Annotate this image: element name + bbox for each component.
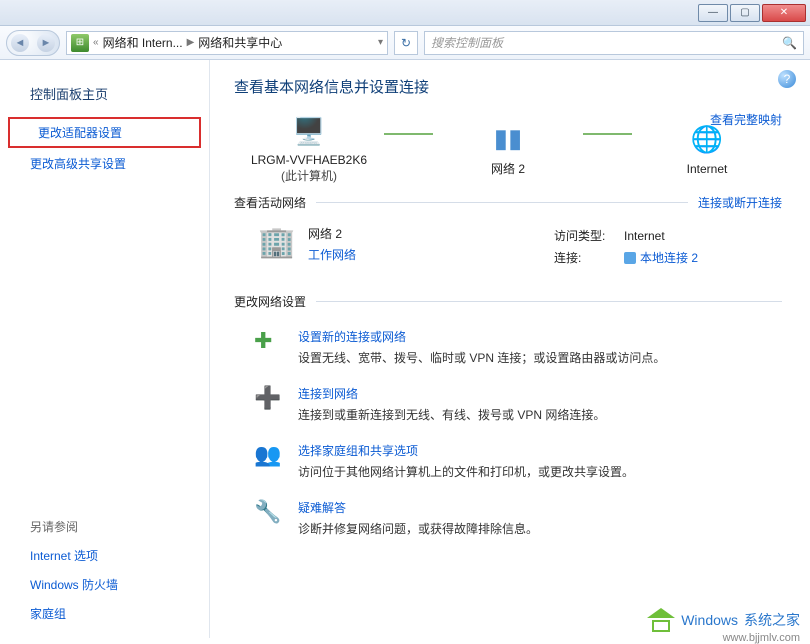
refresh-button[interactable]: ↻ — [394, 31, 418, 55]
computer-icon: 🖥️ — [289, 111, 329, 151]
sidebar-link-homegroup[interactable]: 家庭组 — [0, 599, 209, 628]
homegroup-icon: 👥 — [254, 442, 284, 472]
control-panel-icon: ⊞ — [71, 34, 89, 52]
address-bar: ◄ ► ⊞ « 网络和 Intern... ▶ 网络和共享中心 ▾ ↻ 搜索控制… — [0, 26, 810, 60]
connection-value: 本地连接 2 — [640, 247, 698, 269]
setting-troubleshoot: 🔧 疑难解答 诊断并修复网络问题，或获得故障排除信息。 — [254, 499, 782, 538]
sidebar-link-firewall[interactable]: Windows 防火墙 — [0, 570, 209, 599]
network-map: 查看完整映射 🖥️ LRGM-VVFHAEB2K6 (此计算机) ▮▮ 网络 2… — [234, 111, 782, 184]
connect-network-icon: ➕ — [254, 385, 284, 415]
connection-link[interactable]: 本地连接 2 — [624, 247, 698, 269]
node-this-pc: 🖥️ LRGM-VVFHAEB2K6 (此计算机) — [234, 111, 384, 184]
watermark-brand: Windows — [681, 612, 738, 628]
section-title: 更改网络设置 — [234, 293, 306, 310]
search-icon[interactable]: 🔍 — [782, 36, 797, 50]
page-title: 查看基本网络信息并设置连接 — [234, 76, 782, 97]
connection-line — [583, 133, 632, 135]
maximize-button[interactable]: ▢ — [730, 4, 760, 22]
node-label: LRGM-VVFHAEB2K6 — [251, 153, 367, 167]
main-panel: ? 查看基本网络信息并设置连接 查看完整映射 🖥️ LRGM-VVFHAEB2K… — [210, 60, 810, 638]
watermark-sub: 系统之家 — [744, 610, 800, 630]
node-label: 网络 2 — [491, 160, 525, 177]
view-full-map-link[interactable]: 查看完整映射 — [710, 111, 782, 128]
sidebar-see-also: 另请参阅 — [0, 512, 209, 541]
section-active-networks: 查看活动网络 连接或断开连接 — [234, 194, 782, 211]
breadcrumb-item[interactable]: 网络和共享中心 — [198, 34, 282, 51]
node-label: Internet — [687, 162, 728, 176]
breadcrumb-item[interactable]: 网络和 Intern... — [103, 34, 183, 51]
help-icon[interactable]: ? — [778, 70, 796, 88]
access-type-value: Internet — [624, 225, 665, 247]
new-connection-icon: ✚ — [254, 328, 284, 358]
active-network-type-link[interactable]: 工作网络 — [308, 246, 554, 263]
search-input[interactable]: 搜索控制面板 🔍 — [424, 31, 804, 55]
ethernet-icon — [624, 252, 636, 264]
troubleshoot-icon: 🔧 — [254, 499, 284, 529]
sidebar-link-internet-options[interactable]: Internet 选项 — [0, 541, 209, 570]
back-button[interactable]: ◄ — [11, 34, 29, 52]
chevron-right-icon: « — [93, 37, 99, 48]
setting-link[interactable]: 设置新的连接或网络 — [298, 328, 406, 345]
setting-desc: 连接到或重新连接到无线、有线、拨号或 VPN 网络连接。 — [298, 406, 605, 424]
close-button[interactable]: ✕ — [762, 4, 806, 22]
chevron-right-icon: ▶ — [187, 37, 195, 48]
network-icon: ▮▮ — [488, 118, 528, 158]
active-network-name: 网络 2 — [308, 225, 554, 242]
access-type-label: 访问类型: — [554, 225, 624, 247]
active-network-box: 🏢 网络 2 工作网络 访问类型: Internet 连接: 本地连接 2 — [234, 219, 782, 283]
connect-disconnect-link[interactable]: 连接或断开连接 — [698, 194, 782, 211]
node-sublabel: (此计算机) — [281, 167, 337, 184]
building-icon: 🏢 — [258, 225, 308, 269]
setting-connect-network: ➕ 连接到网络 连接到或重新连接到无线、有线、拨号或 VPN 网络连接。 — [254, 385, 782, 424]
nav-back-forward: ◄ ► — [6, 30, 60, 56]
sidebar-link-adapter-settings[interactable]: 更改适配器设置 — [8, 117, 201, 148]
dropdown-icon[interactable]: ▾ — [378, 37, 383, 48]
window-titlebar: — ▢ ✕ — [0, 0, 810, 26]
connection-line — [384, 133, 433, 135]
breadcrumb[interactable]: ⊞ « 网络和 Intern... ▶ 网络和共享中心 ▾ — [66, 31, 388, 55]
section-change-settings: 更改网络设置 — [234, 293, 782, 310]
setting-homegroup-sharing: 👥 选择家庭组和共享选项 访问位于其他网络计算机上的文件和打印机，或更改共享设置… — [254, 442, 782, 481]
sidebar-link-advanced-sharing[interactable]: 更改高级共享设置 — [0, 148, 209, 179]
house-icon — [647, 608, 675, 632]
setting-new-connection: ✚ 设置新的连接或网络 设置无线、宽带、拨号、临时或 VPN 连接；或设置路由器… — [254, 328, 782, 367]
setting-desc: 诊断并修复网络问题，或获得故障排除信息。 — [298, 520, 538, 538]
search-placeholder: 搜索控制面板 — [431, 34, 503, 51]
watermark: Windows 系统之家 www.bjjmlv.com — [647, 608, 800, 632]
node-network: ▮▮ 网络 2 — [433, 118, 583, 177]
watermark-url: www.bjjmlv.com — [723, 632, 800, 644]
setting-desc: 设置无线、宽带、拨号、临时或 VPN 连接；或设置路由器或访问点。 — [298, 349, 665, 367]
sidebar: 控制面板主页 更改适配器设置 更改高级共享设置 另请参阅 Internet 选项… — [0, 60, 210, 638]
setting-link[interactable]: 选择家庭组和共享选项 — [298, 442, 418, 459]
connection-label: 连接: — [554, 247, 624, 269]
minimize-button[interactable]: — — [698, 4, 728, 22]
setting-link[interactable]: 连接到网络 — [298, 385, 358, 402]
forward-button[interactable]: ► — [37, 34, 55, 52]
section-title: 查看活动网络 — [234, 194, 306, 211]
setting-desc: 访问位于其他网络计算机上的文件和打印机，或更改共享设置。 — [298, 463, 634, 481]
sidebar-title: 控制面板主页 — [0, 80, 209, 117]
content-area: 控制面板主页 更改适配器设置 更改高级共享设置 另请参阅 Internet 选项… — [0, 60, 810, 638]
setting-link[interactable]: 疑难解答 — [298, 499, 346, 516]
